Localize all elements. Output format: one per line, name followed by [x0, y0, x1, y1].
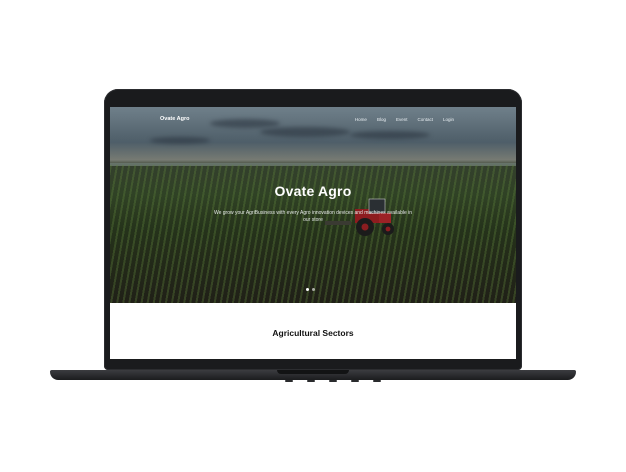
- nav-item-blog[interactable]: Blog: [377, 117, 386, 122]
- hero-subtitle: We grow your AgriBusiness with every Agr…: [213, 210, 413, 223]
- hero-title: Ovate Agro: [274, 183, 352, 199]
- section-title: Agricultural Sectors: [272, 328, 354, 338]
- website-screen: Ovate Agro Home Blog Event Contact Login…: [110, 107, 516, 359]
- top-navigation: Ovate Agro Home Blog Event Contact Login: [110, 116, 516, 128]
- nav-item-login[interactable]: Login: [443, 117, 454, 122]
- nav-item-home[interactable]: Home: [355, 117, 367, 122]
- nav-item-event[interactable]: Event: [396, 117, 408, 122]
- laptop-feet: [285, 380, 385, 383]
- hero-banner: Ovate Agro Home Blog Event Contact Login…: [110, 107, 516, 303]
- carousel-dot-1[interactable]: [306, 288, 309, 291]
- brand-logo[interactable]: Ovate Agro: [160, 116, 189, 122]
- carousel-indicators: [306, 288, 315, 291]
- nav-item-contact[interactable]: Contact: [417, 117, 433, 122]
- laptop-notch: [277, 370, 349, 374]
- carousel-dot-2[interactable]: [312, 288, 315, 291]
- nav-menu: Home Blog Event Contact Login: [355, 117, 454, 122]
